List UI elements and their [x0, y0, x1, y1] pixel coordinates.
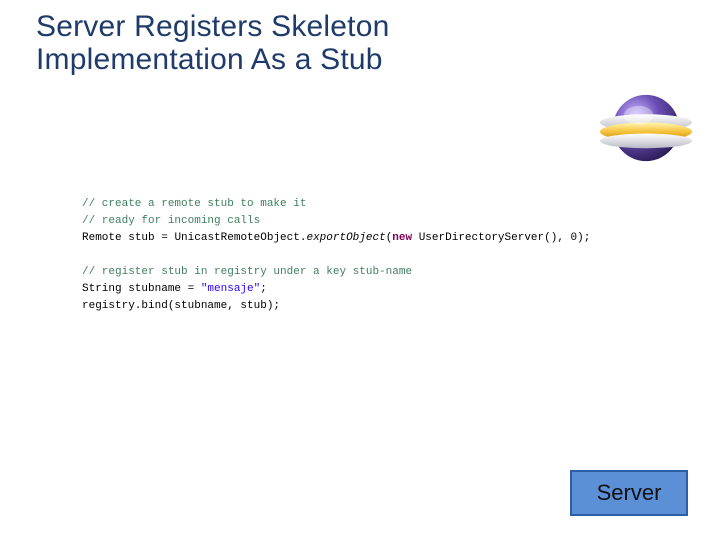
code-line: registry.bind(stubname, stub);	[82, 300, 280, 312]
slide-title: Server Registers Skeleton Implementation…	[36, 10, 390, 76]
code-comment: // ready for incoming calls	[82, 215, 260, 227]
title-line-2: Implementation As a Stub	[36, 43, 383, 76]
slide: Server Registers Skeleton Implementation…	[0, 0, 720, 540]
server-box: Server	[570, 470, 688, 516]
code-block: // create a remote stub to make it // re…	[82, 196, 642, 315]
server-label: Server	[597, 480, 662, 506]
code-line: Remote stub = UnicastRemoteObject.export…	[82, 232, 590, 244]
code-comment: // register stub in registry under a key…	[82, 266, 412, 278]
code-line: String stubname = "mensaje";	[82, 283, 267, 295]
code-comment: // create a remote stub to make it	[82, 198, 306, 210]
title-line-1: Server Registers Skeleton	[36, 10, 390, 43]
eclipse-logo-icon	[600, 82, 692, 174]
